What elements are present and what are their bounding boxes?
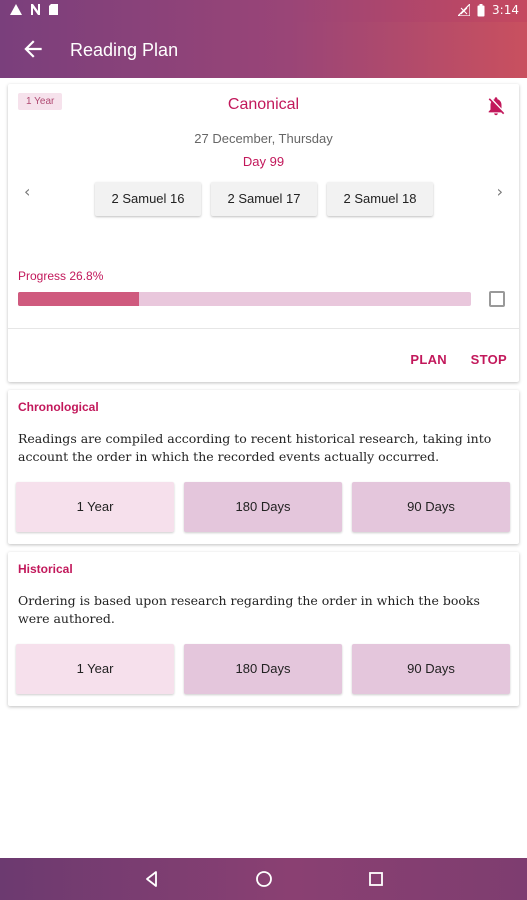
current-plan-card: 1 Year Canonical 27 December, Thursday D… — [8, 84, 519, 382]
nav-recent-icon[interactable] — [366, 869, 386, 889]
system-nav-bar — [0, 858, 527, 900]
plan-options: 1 Year 180 Days 90 Days — [16, 644, 510, 694]
progress-bar — [18, 292, 471, 306]
reading-date: 27 December, Thursday — [194, 131, 333, 146]
status-bar: 3:14 — [0, 0, 527, 22]
chapter-button[interactable]: 2 Samuel 18 — [327, 182, 433, 216]
progress-label: Progress 26.8% — [18, 269, 104, 283]
page-title: Reading Plan — [70, 40, 179, 60]
option-180-days[interactable]: 180 Days — [184, 644, 342, 694]
section-description: Ordering is based upon research regardin… — [18, 593, 480, 626]
progress-fill — [18, 292, 140, 306]
sd-card-icon — [49, 4, 58, 15]
option-90-days[interactable]: 90 Days — [352, 482, 510, 532]
plan-section-chronological: Chronological Readings are compiled acco… — [8, 390, 519, 544]
nav-home-icon[interactable] — [254, 869, 274, 889]
app-bar: Reading Plan — [0, 22, 527, 78]
notification-n-icon — [31, 4, 40, 15]
section-title: Historical — [18, 562, 73, 576]
stop-button[interactable]: STOP — [471, 352, 507, 367]
option-1-year[interactable]: 1 Year — [16, 482, 174, 532]
chevron-right-icon[interactable]: › — [497, 182, 503, 201]
plan-button[interactable]: PLAN — [410, 352, 447, 367]
plan-options: 1 Year 180 Days 90 Days — [16, 482, 510, 532]
status-notifications — [10, 4, 58, 15]
chapter-button[interactable]: 2 Samuel 16 — [95, 182, 201, 216]
option-1-year[interactable]: 1 Year — [16, 644, 174, 694]
warning-icon — [10, 4, 22, 15]
reading-day: Day 99 — [242, 154, 285, 169]
plan-title: Canonical — [227, 96, 300, 113]
signal-off-icon — [458, 4, 471, 16]
back-arrow-icon[interactable] — [20, 36, 46, 62]
chapter-list: 2 Samuel 16 2 Samuel 17 2 Samuel 18 — [95, 182, 433, 216]
section-title: Chronological — [18, 400, 99, 414]
chapter-button[interactable]: 2 Samuel 17 — [211, 182, 317, 216]
battery-icon — [477, 3, 485, 16]
complete-checkbox[interactable] — [489, 291, 505, 307]
status-system: 3:14 — [458, 3, 519, 17]
status-time: 3:14 — [492, 3, 519, 17]
nav-back-icon[interactable] — [142, 869, 162, 889]
bell-off-icon[interactable] — [485, 95, 507, 117]
plan-section-historical: Historical Ordering is based upon resear… — [8, 552, 519, 706]
option-90-days[interactable]: 90 Days — [352, 644, 510, 694]
chevron-left-icon[interactable]: ‹ — [24, 182, 30, 201]
section-description: Readings are compiled according to recen… — [18, 431, 492, 464]
divider — [8, 328, 519, 329]
option-180-days[interactable]: 180 Days — [184, 482, 342, 532]
